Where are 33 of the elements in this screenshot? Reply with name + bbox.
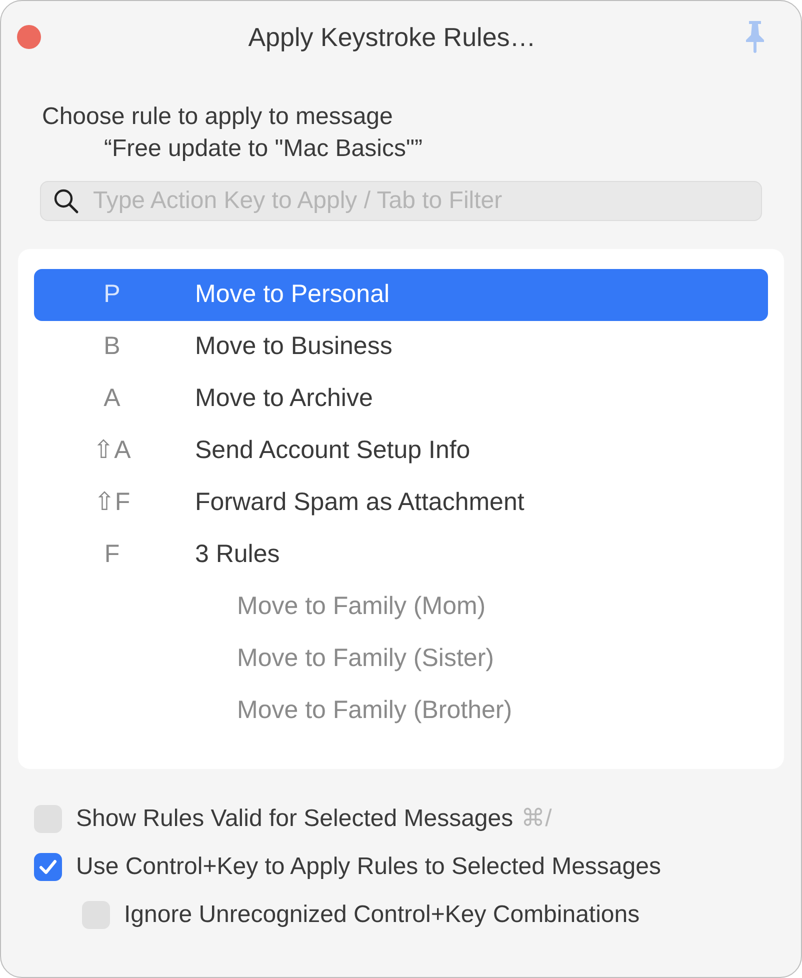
action-key: B: [34, 328, 189, 366]
rule-row[interactable]: ⇧A Send Account Setup Info: [34, 425, 768, 477]
checkbox-label: Use Control+Key to Apply Rules to Selected Messages: [76, 852, 661, 882]
rule-name: Move to Personal: [194, 279, 390, 310]
action-key: ⇧A: [34, 432, 189, 470]
rule-name: 3 Rules: [194, 539, 280, 570]
rule-name: Move to Archive: [194, 383, 373, 414]
rule-name: Move to Business: [194, 331, 392, 362]
rule-name: Send Account Setup Info: [194, 435, 470, 466]
search-icon: [53, 188, 79, 214]
sub-rule-name: Move to Family (Mom): [237, 591, 486, 622]
checkbox-label: Show Rules Valid for Selected Messages: [76, 804, 514, 834]
checkbox[interactable]: [34, 853, 62, 881]
rule-row[interactable]: B Move to Business: [34, 321, 768, 373]
action-key: F: [34, 536, 189, 574]
sub-rule-name: Move to Family (Sister): [237, 643, 494, 674]
action-key: A: [34, 380, 189, 418]
message-subject: “Free update to "Mac Basics"”: [103, 134, 424, 164]
checkmark-icon: [39, 859, 57, 875]
action-key: P: [34, 276, 189, 314]
shortcut-label: ⌘/: [521, 804, 552, 834]
pin-icon[interactable]: [743, 19, 767, 55]
close-button[interactable]: [17, 25, 41, 49]
rule-row[interactable]: ⇧F Forward Spam as Attachment: [34, 477, 768, 529]
rule-name: Forward Spam as Attachment: [194, 487, 524, 518]
rule-row[interactable]: P Move to Personal: [34, 269, 768, 321]
action-key: ⇧F: [34, 484, 189, 522]
checkbox-label: Ignore Unrecognized Control+Key Combinations: [124, 900, 640, 930]
rule-row[interactable]: A Move to Archive: [34, 373, 768, 425]
prompt-text: Choose rule to apply to message: [42, 102, 394, 132]
window-title: Apply Keystroke Rules…: [247, 20, 537, 54]
sub-rule-name: Move to Family (Brother): [237, 695, 512, 726]
rule-row[interactable]: F 3 Rules: [34, 529, 768, 581]
